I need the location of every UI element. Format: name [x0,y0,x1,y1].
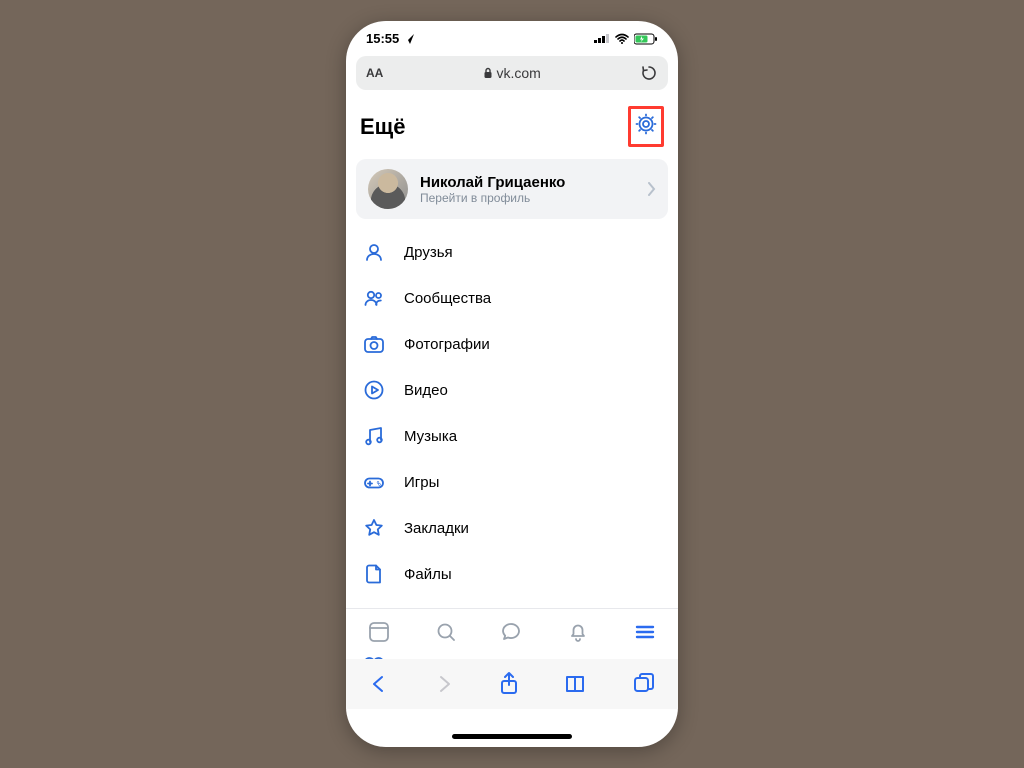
profile-name: Николай Грицаенко [420,174,636,191]
tab-more-icon[interactable] [632,619,658,645]
menu-item-video[interactable]: Видео [360,367,664,413]
vk-tabbar [346,608,678,655]
safari-toolbar [346,659,678,709]
menu-label: Файлы [404,566,452,583]
chevron-right-icon [648,182,656,196]
lock-icon [483,67,493,79]
friends-icon [362,240,386,264]
menu-item-photos[interactable]: Фотографии [360,321,664,367]
menu-label: Сообщества [404,290,491,307]
profile-subtitle: Перейти в профиль [420,191,636,205]
menu-item-friends[interactable]: Друзья [360,229,664,275]
home-indicator [452,734,572,739]
tab-messages-icon[interactable] [499,619,525,645]
bookmarks-icon[interactable] [563,673,589,695]
tab-notifications-icon[interactable] [565,619,591,645]
share-icon[interactable] [498,671,520,697]
profile-card[interactable]: Николай Грицаенко Перейти в профиль [356,159,668,219]
menu-item-files[interactable]: Файлы [360,551,664,597]
page-title: Ещё [360,114,405,140]
menu-label: Музыка [404,428,457,445]
cellular-icon [594,33,610,45]
reload-icon[interactable] [640,64,658,82]
play-icon [362,378,386,402]
url-domain: vk.com [483,65,541,81]
back-icon[interactable] [368,673,390,695]
communities-icon [362,286,386,310]
menu-label: Видео [404,382,448,399]
browser-address-bar[interactable]: AA vk.com [356,56,668,90]
wifi-icon [614,33,630,45]
page-header: Ещё [346,96,678,155]
file-icon [362,562,386,586]
gamepad-icon [362,470,386,494]
camera-icon [362,332,386,356]
avatar [368,169,408,209]
status-time: 15:55 [366,31,399,46]
tab-search-icon[interactable] [433,619,459,645]
menu-label: Игры [404,474,439,491]
reader-aa-button[interactable]: AA [366,66,383,80]
phone-frame: 15:55 AA vk.com Ещё [346,21,678,747]
forward-icon[interactable] [433,673,455,695]
tab-news-icon[interactable] [366,619,392,645]
menu-item-music[interactable]: Музыка [360,413,664,459]
music-icon [362,424,386,448]
star-icon [362,516,386,540]
battery-icon [634,33,658,45]
status-bar: 15:55 [346,21,678,50]
menu-item-bookmarks[interactable]: Закладки [360,505,664,551]
settings-highlight [628,106,664,147]
menu-item-communities[interactable]: Сообщества [360,275,664,321]
menu-label: Закладки [404,520,469,537]
menu-item-games[interactable]: Игры [360,459,664,505]
menu-label: Фотографии [404,336,490,353]
menu-label: Друзья [404,244,453,261]
location-arrow-icon [403,33,415,45]
gear-icon[interactable] [634,112,658,136]
tabs-icon[interactable] [632,672,656,696]
